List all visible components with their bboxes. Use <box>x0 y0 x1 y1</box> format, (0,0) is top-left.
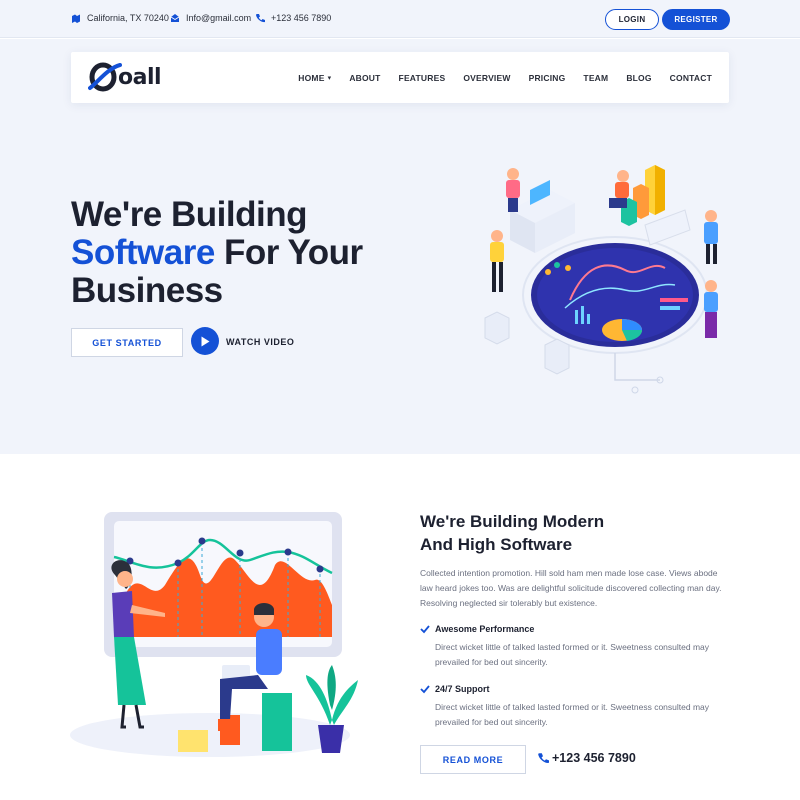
hero-heading-line3: Business <box>71 271 223 310</box>
hero-heading-line1: We're Building <box>71 195 307 234</box>
nav-team[interactable]: TEAM <box>583 73 608 83</box>
phone-text[interactable]: +123 456 7890 <box>271 13 331 23</box>
navbar: oall HOME ▾ ABOUT FEATURES OVERVIEW PRICI… <box>71 52 729 103</box>
about-paragraph: Collected intention promotion. Hill sold… <box>420 568 722 608</box>
play-icon <box>201 336 210 346</box>
hero-heading: We're Building Software For Your Busines… <box>71 196 363 310</box>
nav-home[interactable]: HOME ▾ <box>298 73 331 83</box>
feature-title-row: 24/7 Support <box>420 684 730 694</box>
feature-item: 24/7 Support Direct wicket little of tal… <box>420 684 730 730</box>
hero-heading-highlight: Software <box>71 233 215 272</box>
chevron-down-icon: ▾ <box>327 75 332 82</box>
hero-heading-line2-rest: For Your <box>214 233 363 272</box>
email-text[interactable]: Info@gmail.com <box>186 13 251 23</box>
feature-title-row: Awesome Performance <box>420 624 730 634</box>
nav-contact[interactable]: CONTACT <box>670 73 712 83</box>
analytics-illustration <box>70 512 358 757</box>
nav-features[interactable]: FEATURES <box>399 73 446 83</box>
feature-desc: Direct wicket little of talked lasted fo… <box>435 702 710 727</box>
address-info: California, TX 70240 <box>71 13 169 23</box>
logo-mark-icon <box>88 62 122 92</box>
about-heading: We're Building Modern And High Software <box>420 510 604 556</box>
email-info[interactable]: Info@gmail.com <box>170 13 251 23</box>
hero-heading-line2: Software For Your <box>71 234 363 272</box>
watch-video-link[interactable]: WATCH VIDEO <box>226 337 294 347</box>
map-pin-icon <box>72 14 80 23</box>
nav-about[interactable]: ABOUT <box>349 73 380 83</box>
nav-blog[interactable]: BLOG <box>626 73 651 83</box>
read-more-button[interactable]: READ MORE <box>420 745 526 774</box>
brand-logo[interactable]: oall <box>88 62 162 92</box>
phone-icon <box>256 14 265 23</box>
register-button[interactable]: REGISTER <box>662 9 730 30</box>
get-started-button[interactable]: GET STARTED <box>71 328 183 357</box>
contact-phone[interactable]: +123 456 7890 <box>537 751 636 765</box>
mail-icon <box>170 14 180 22</box>
about-heading-line1: We're Building Modern <box>420 512 605 531</box>
hero-illustration <box>484 165 718 394</box>
check-icon <box>420 625 430 634</box>
main-nav: HOME ▾ ABOUT FEATURES OVERVIEW PRICING TE… <box>280 73 712 83</box>
brand-name: oall <box>118 64 162 90</box>
check-icon <box>420 685 430 694</box>
phone-info[interactable]: +123 456 7890 <box>255 13 331 23</box>
login-button[interactable]: LOGIN <box>605 9 659 30</box>
nav-pricing[interactable]: PRICING <box>529 73 566 83</box>
top-bar: California, TX 70240 Info@gmail.com +123… <box>0 0 800 38</box>
feature-desc: Direct wicket little of talked lasted fo… <box>435 642 710 667</box>
feature-item: Awesome Performance Direct wicket little… <box>420 624 730 670</box>
address-text: California, TX 70240 <box>87 13 169 23</box>
phone-icon <box>538 753 549 763</box>
feature-title: 24/7 Support <box>435 684 490 694</box>
play-video-button[interactable] <box>191 327 219 355</box>
contact-phone-text[interactable]: +123 456 7890 <box>552 751 636 765</box>
nav-overview[interactable]: OVERVIEW <box>463 73 510 83</box>
feature-title: Awesome Performance <box>435 624 535 634</box>
about-heading-line2: And High Software <box>420 535 573 554</box>
